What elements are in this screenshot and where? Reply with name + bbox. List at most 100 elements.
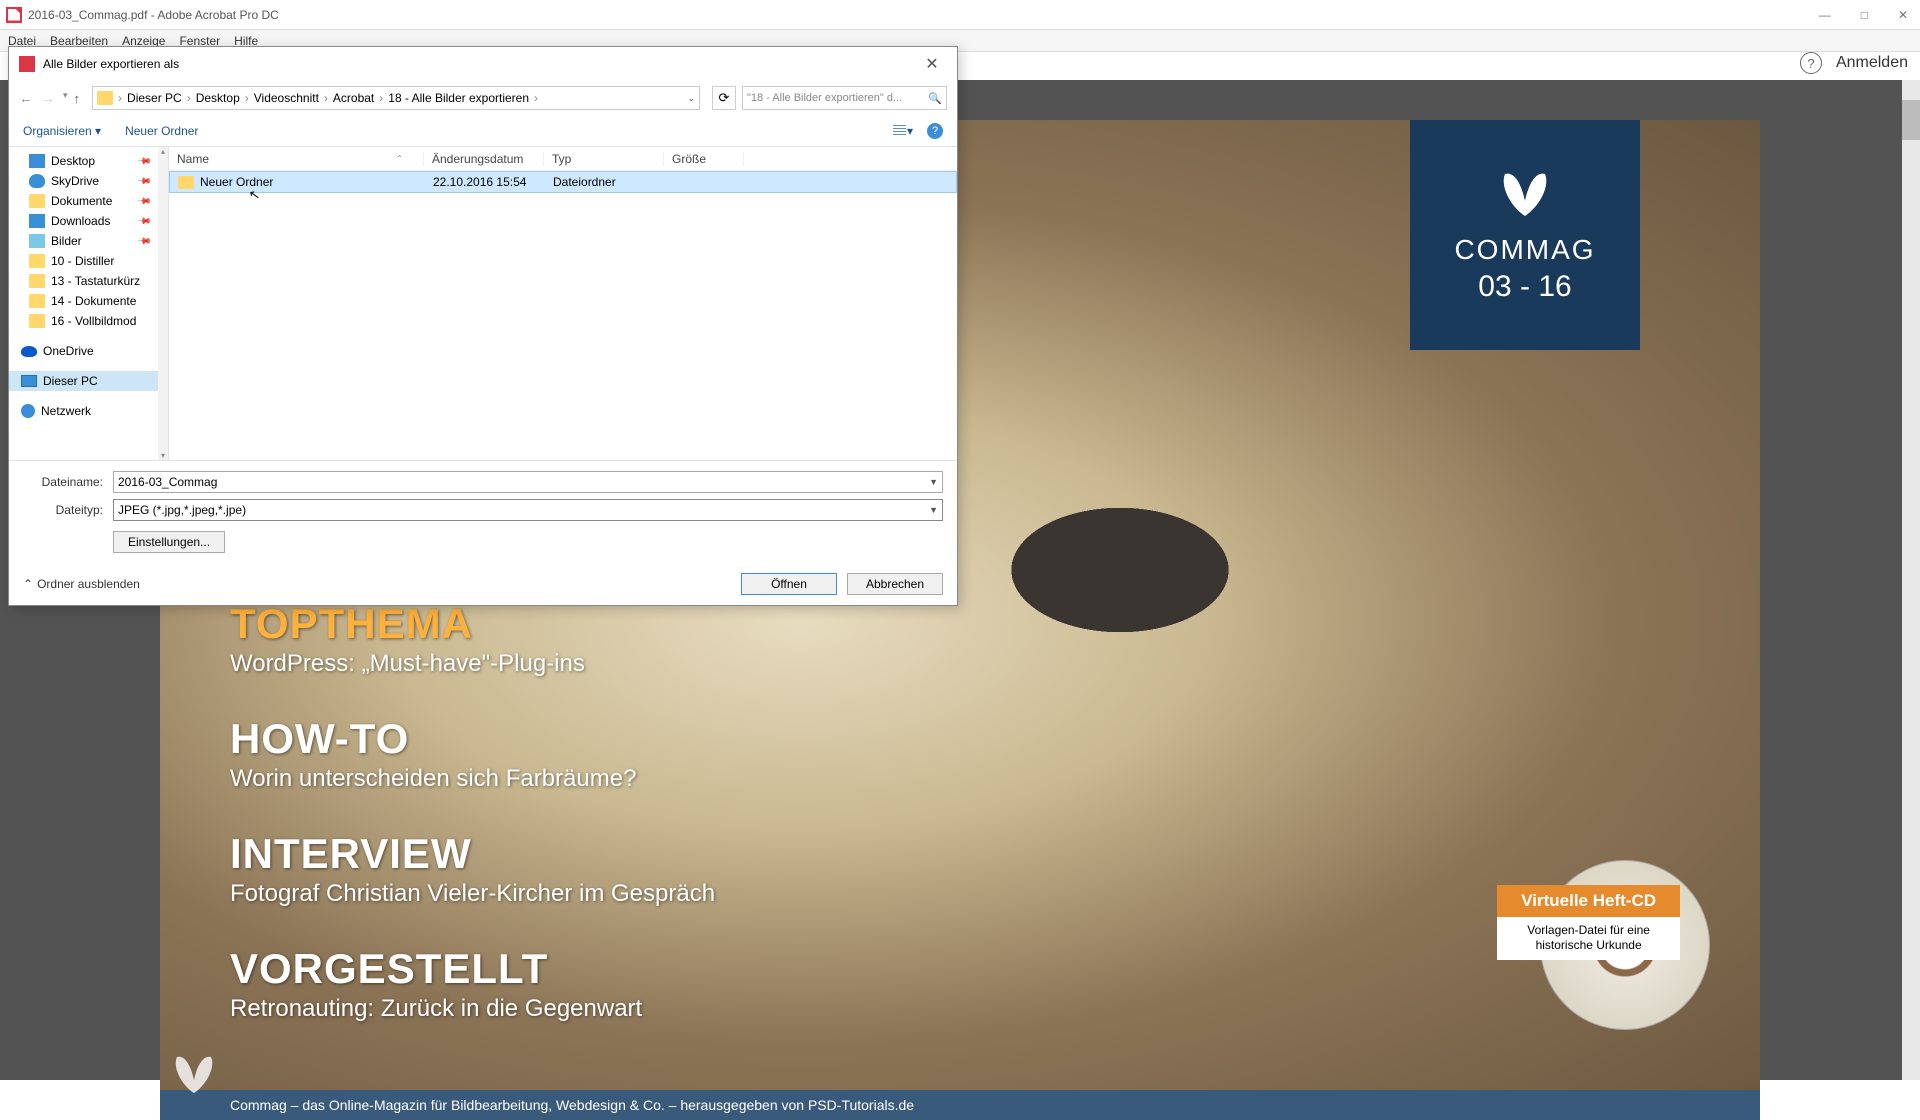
sidebar-item-downloads[interactable]: Downloads📌 <box>9 211 168 231</box>
file-list-header: Name⌃ Änderungsdatum Typ Größe <box>169 147 957 171</box>
sidebar-item-dokumente[interactable]: Dokumente 📌 <box>9 191 168 211</box>
nav-up-button[interactable]: ↑ <box>74 91 81 106</box>
dialog-toolbar: Organisieren ▾ Neuer Ordner ▾ ? <box>9 115 957 147</box>
section-howto: HOW-TO Worin unterscheiden sich Farbräum… <box>230 715 636 793</box>
sidebar-item-onedrive[interactable]: OneDrive <box>9 341 168 361</box>
file-row[interactable]: Neuer Ordner 22.10.2016 15:54 Dateiordne… <box>169 171 957 193</box>
row-name: Neuer Ordner <box>200 175 273 189</box>
scrollbar-thumb[interactable] <box>1902 100 1920 140</box>
column-date[interactable]: Änderungsdatum <box>424 152 544 166</box>
dialog-close-button[interactable]: ✕ <box>917 54 947 74</box>
column-name[interactable]: Name⌃ <box>169 152 424 166</box>
sidebar-label: Downloads <box>51 214 110 228</box>
watermark-icon <box>164 1046 224 1106</box>
section-topthema: TOPTHEMA WordPress: „Must-have"-Plug-ins <box>230 600 585 678</box>
nav-recent-button[interactable]: ▾ <box>63 90 68 106</box>
column-size[interactable]: Größe <box>664 152 744 166</box>
cd-title: Virtuelle Heft-CD <box>1497 885 1680 917</box>
login-link[interactable]: Anmelden <box>1836 54 1908 72</box>
search-placeholder: "18 - Alle Bilder exportieren" d... <box>747 92 902 104</box>
hide-folders-label: Ordner ausblenden <box>37 577 140 591</box>
pin-icon: 📌 <box>137 233 153 249</box>
heading-topthema: TOPTHEMA <box>230 600 585 648</box>
breadcrumb-item[interactable]: Desktop <box>196 91 240 105</box>
cell-type: Dateiordner <box>545 175 665 189</box>
file-list-rows: Neuer Ordner 22.10.2016 15:54 Dateiordne… <box>169 171 957 460</box>
folder-icon <box>29 294 45 308</box>
sidebar-item-folder[interactable]: 14 - Dokumente <box>9 291 168 311</box>
column-label: Name <box>177 152 209 166</box>
new-folder-button[interactable]: Neuer Ordner <box>125 124 198 138</box>
cd-badge: Virtuelle Heft-CD Vorlagen-Datei für ein… <box>1497 885 1680 960</box>
breadcrumb-item[interactable]: Acrobat <box>333 91 374 105</box>
breadcrumb-dropdown[interactable]: ⌄ <box>687 93 695 104</box>
sidebar-item-netzwerk[interactable]: Netzwerk <box>9 401 168 421</box>
sidebar-item-folder[interactable]: 16 - Vollbildmod <box>9 311 168 331</box>
section-vorgestellt: VORGESTELLT Retronauting: Zurück in die … <box>230 945 642 1023</box>
sidebar-label: 14 - Dokumente <box>51 294 136 308</box>
organize-button[interactable]: Organisieren ▾ <box>23 124 101 138</box>
heading-howto: HOW-TO <box>230 715 636 763</box>
view-button[interactable]: ▾ <box>893 124 913 138</box>
settings-button[interactable]: Einstellungen... <box>113 531 225 553</box>
sidebar-label: OneDrive <box>43 344 94 358</box>
maximize-button[interactable]: □ <box>1855 6 1874 24</box>
column-type[interactable]: Typ <box>544 152 664 166</box>
cd-sub-line2: historische Urkunde <box>1536 938 1642 952</box>
sidebar-label: 10 - Distiller <box>51 254 114 268</box>
sidebar-item-dieser-pc[interactable]: Dieser PC <box>9 371 168 391</box>
sub-vorgestellt: Retronauting: Zurück in die Gegenwart <box>230 995 642 1023</box>
nav-back-button[interactable]: ← <box>19 90 33 106</box>
help-icon[interactable]: ? <box>927 123 943 139</box>
pin-icon: 📌 <box>137 173 153 189</box>
sidebar-label: 13 - Tastaturkürz <box>51 274 140 288</box>
chevron-icon: ⌃ <box>23 577 33 591</box>
breadcrumb[interactable]: › Dieser PC › Desktop › Videoschnitt › A… <box>92 86 700 110</box>
filetype-select[interactable]: JPEG (*.jpg,*.jpeg,*.jpe)▼ <box>113 499 943 521</box>
dialog-title: Alle Bilder exportieren als <box>43 57 179 71</box>
help-icon[interactable]: ? <box>1800 52 1822 74</box>
cancel-button[interactable]: Abbrechen <box>847 573 943 595</box>
top-right-area: ? Anmelden <box>1800 52 1908 74</box>
sidebar-scrollbar[interactable] <box>158 147 168 460</box>
filename-input[interactable]: 2016-03_Commag▼ <box>113 471 943 493</box>
search-icon: 🔍 <box>928 92 942 105</box>
search-input[interactable]: "18 - Alle Bilder exportieren" d... 🔍 <box>742 86 947 110</box>
folder-icon <box>97 91 113 105</box>
breadcrumb-sep: › <box>376 91 386 105</box>
sidebar-item-folder[interactable]: 10 - Distiller <box>9 251 168 271</box>
vertical-scrollbar[interactable] <box>1902 80 1920 1080</box>
images-icon <box>29 234 45 248</box>
folder-icon <box>29 254 45 268</box>
magazine-badge: COMMAG 03 - 16 <box>1410 120 1640 350</box>
sub-howto: Worin unterscheiden sich Farbräume? <box>230 765 636 793</box>
dialog-body: Desktop📌 SkyDrive📌 Dokumente📌 Downloads📌… <box>9 147 957 460</box>
hide-folders-link[interactable]: ⌃ Ordner ausblenden <box>23 577 140 591</box>
close-button[interactable]: ✕ <box>1892 6 1914 24</box>
refresh-button[interactable]: ⟳ <box>712 86 736 110</box>
breadcrumb-item[interactable]: 18 - Alle Bilder exportieren <box>388 91 529 105</box>
minimize-button[interactable]: — <box>1813 6 1837 24</box>
dialog-sidebar: Desktop📌 SkyDrive📌 Dokumente📌 Downloads📌… <box>9 147 169 460</box>
network-icon <box>21 404 35 418</box>
filetype-label: Dateityp: <box>23 503 103 517</box>
filetype-row: Dateityp: JPEG (*.jpg,*.jpeg,*.jpe)▼ <box>23 499 943 521</box>
nav-forward-button[interactable]: → <box>41 90 55 106</box>
pc-icon <box>21 375 37 387</box>
dialog-button-row: ⌃ Ordner ausblenden Öffnen Abbrechen <box>9 563 957 605</box>
sidebar-label: Dokumente <box>51 194 112 208</box>
sidebar-item-desktop[interactable]: Desktop📌 <box>9 151 168 171</box>
breadcrumb-item[interactable]: Videoschnitt <box>254 91 319 105</box>
sidebar-item-bilder[interactable]: Bilder📌 <box>9 231 168 251</box>
acrobat-icon <box>6 7 22 23</box>
section-interview: INTERVIEW Fotograf Christian Vieler-Kirc… <box>230 830 715 908</box>
folder-icon <box>178 176 194 189</box>
window-controls: — □ ✕ <box>1813 6 1914 24</box>
pin-icon: 📌 <box>137 193 153 209</box>
sidebar-item-skydrive[interactable]: SkyDrive📌 <box>9 171 168 191</box>
sidebar-item-folder[interactable]: 13 - Tastaturkürz <box>9 271 168 291</box>
breadcrumb-item[interactable]: Dieser PC <box>127 91 182 105</box>
sub-topthema: WordPress: „Must-have"-Plug-ins <box>230 650 585 678</box>
dialog-titlebar: Alle Bilder exportieren als ✕ <box>9 47 957 81</box>
open-button[interactable]: Öffnen <box>741 573 837 595</box>
